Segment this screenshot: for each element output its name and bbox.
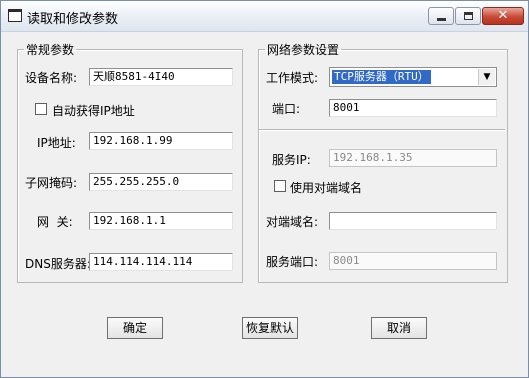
work-mode-value: TCP服务器（RTU） xyxy=(332,70,431,84)
app-window-icon xyxy=(8,9,22,22)
close-icon: ✕ xyxy=(497,8,509,23)
network-group-divider xyxy=(259,129,505,131)
restore-default-button[interactable]: 恢复默认 xyxy=(242,317,298,339)
auto-ip-checkbox[interactable] xyxy=(35,103,47,115)
work-mode-select[interactable]: TCP服务器（RTU） ▼ xyxy=(329,67,497,87)
server-port-label: 服务端口: xyxy=(266,255,319,269)
device-name-input[interactable]: 天顺8581-4I40 xyxy=(89,68,233,86)
work-mode-label: 工作模式: xyxy=(266,71,319,85)
chevron-down-icon[interactable]: ▼ xyxy=(478,69,495,85)
title-bar[interactable]: 读取和修改参数 ✕ xyxy=(1,1,528,32)
use-peer-domain-label: 使用对端域名 xyxy=(290,181,363,195)
dialog-window: 读取和修改参数 ✕ 常规参数 设备名称: 天顺8581-4I40 自动获得IP地… xyxy=(0,0,529,378)
server-port-input[interactable]: 8001 xyxy=(329,252,497,270)
minimize-button[interactable] xyxy=(428,7,454,25)
subnet-input[interactable]: 255.255.255.0 xyxy=(89,173,233,191)
port-label: 端口: xyxy=(272,102,301,116)
window-title: 读取和修改参数 xyxy=(27,12,119,27)
peer-domain-input[interactable] xyxy=(329,212,497,230)
peer-domain-label: 对端域名: xyxy=(266,215,319,229)
subnet-label: 子网掩码: xyxy=(25,176,78,190)
maximize-button[interactable] xyxy=(455,7,481,25)
gateway-label: 网 关: xyxy=(37,215,73,229)
port-input[interactable]: 8001 xyxy=(329,99,497,117)
cancel-button[interactable]: 取消 xyxy=(371,317,427,339)
dns-input[interactable]: 114.114.114.114 xyxy=(89,253,233,271)
dns-label: DNS服务器: xyxy=(25,257,91,271)
use-peer-domain-checkbox[interactable] xyxy=(274,180,286,192)
server-ip-label: 服务IP: xyxy=(272,153,311,167)
ok-button[interactable]: 确定 xyxy=(107,317,163,339)
general-params-legend: 常规参数 xyxy=(26,43,75,57)
gateway-input[interactable]: 192.168.1.1 xyxy=(89,212,233,230)
server-ip-input[interactable]: 192.168.1.35 xyxy=(329,149,497,167)
ip-label: IP地址: xyxy=(37,136,76,150)
auto-ip-label: 自动获得IP地址 xyxy=(52,104,135,118)
close-button[interactable]: ✕ xyxy=(482,7,524,25)
minimize-icon xyxy=(437,18,446,21)
ip-input[interactable]: 192.168.1.99 xyxy=(89,132,233,150)
device-name-label: 设备名称: xyxy=(25,71,78,85)
maximize-icon xyxy=(464,12,473,20)
network-params-legend: 网络参数设置 xyxy=(267,43,340,57)
